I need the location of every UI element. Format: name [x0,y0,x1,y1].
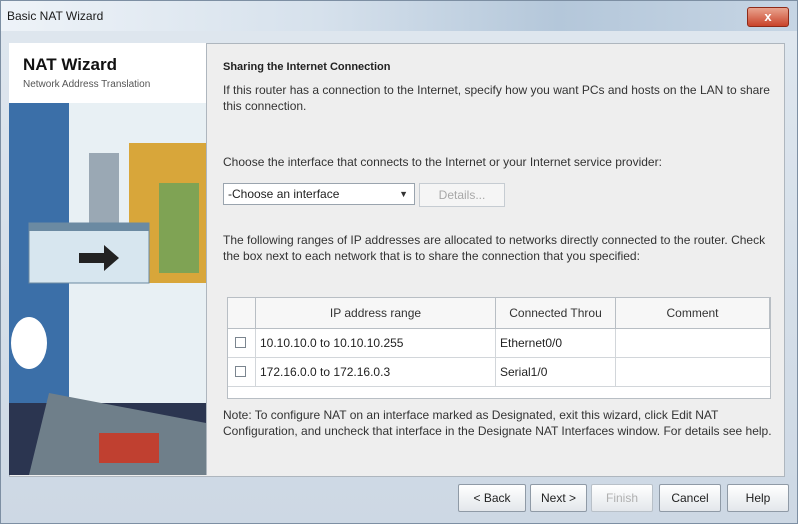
page-heading: Sharing the Internet Connection [223,61,391,73]
table-row[interactable]: 172.16.0.0 to 172.16.0.3 Serial1/0 [228,358,770,387]
sidebar-panel: NAT Wizard Network Address Translation [9,43,207,475]
interface-select-value: -Choose an interface [228,187,340,201]
intro-text: If this router has a connection to the I… [223,83,770,113]
finish-button[interactable]: Finish [591,484,653,512]
header-comment[interactable]: Comment [616,298,770,328]
header-connected-through[interactable]: Connected Throu [496,298,616,328]
interface-select[interactable]: -Choose an interface ▼ [223,183,415,205]
ip-range-cell: 10.10.10.0 to 10.10.10.255 [256,329,496,357]
chevron-down-icon: ▼ [399,189,408,199]
choose-interface-prompt: Choose the interface that connects to th… [223,155,662,169]
network-illustration [9,103,206,475]
close-icon: x [764,9,772,24]
help-button[interactable]: Help [727,484,789,512]
connected-cell: Serial1/0 [496,358,616,386]
close-button[interactable]: x [747,7,789,27]
back-button[interactable]: < Back [458,484,526,512]
ranges-description: The following ranges of IP addresses are… [223,233,766,263]
wizard-window: Basic NAT Wizard x NAT Wizard Network Ad… [0,0,798,524]
comment-cell [616,329,770,357]
comment-cell [616,358,770,386]
details-button[interactable]: Details... [419,183,505,207]
table-header: IP address range Connected Throu Comment [228,298,770,329]
header-check [228,298,256,328]
share-checkbox[interactable] [235,337,246,348]
ip-range-cell: 172.16.0.0 to 172.16.0.3 [256,358,496,386]
sidebar-title: NAT Wizard [23,55,117,74]
header-ip-range[interactable]: IP address range [256,298,496,328]
window-title: Basic NAT Wizard [7,9,104,23]
cancel-button[interactable]: Cancel [659,484,721,512]
sidebar-subtitle: Network Address Translation [23,79,151,90]
title-bar[interactable]: Basic NAT Wizard x [1,1,797,31]
next-button[interactable]: Next > [530,484,587,512]
note-text: Note: To configure NAT on an interface m… [223,408,772,438]
share-checkbox[interactable] [235,366,246,377]
ip-range-table: IP address range Connected Throu Comment… [227,297,771,399]
table-row[interactable]: 10.10.10.0 to 10.10.10.255 Ethernet0/0 [228,329,770,358]
connected-cell: Ethernet0/0 [496,329,616,357]
